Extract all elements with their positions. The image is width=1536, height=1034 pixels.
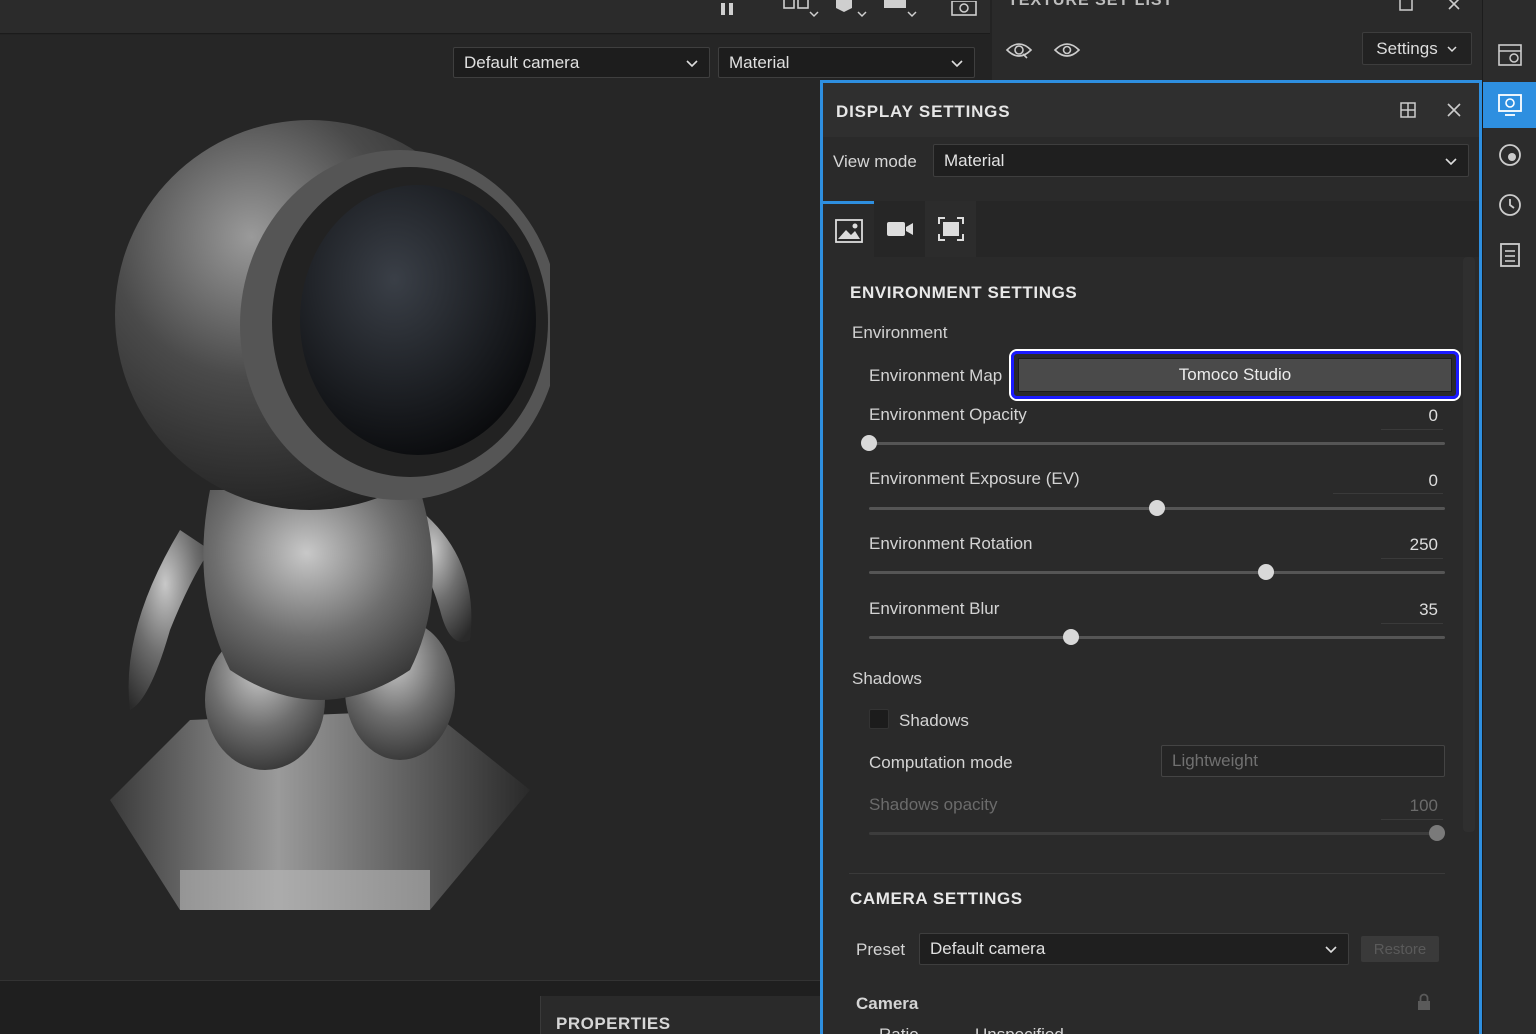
cube-icon[interactable]	[832, 0, 872, 20]
camera-view-icon[interactable]	[882, 0, 922, 20]
texture-set-settings-button[interactable]: Settings	[1362, 32, 1472, 65]
camera-select-value: Default camera	[464, 52, 580, 72]
camera-select[interactable]: Default camera	[453, 47, 710, 78]
dock-layout-icon[interactable]	[1397, 99, 1419, 121]
environment-exposure-value[interactable]: 0	[1378, 471, 1438, 491]
settings-label: Settings	[1376, 38, 1438, 58]
environment-map-label: Environment Map	[869, 366, 1003, 385]
environment-opacity-value[interactable]: 0	[1378, 406, 1438, 426]
shadows-checkbox[interactable]	[869, 709, 889, 729]
camera-preset-value: Default camera	[930, 939, 1046, 958]
chevron-down-icon	[1325, 946, 1337, 954]
screenshot-icon[interactable]	[948, 0, 980, 20]
camera-group-label: Camera	[856, 994, 919, 1013]
slider-handle[interactable]	[861, 435, 877, 451]
visibility-toggle-icon[interactable]	[1004, 38, 1034, 62]
viewport-mode-value: Material	[729, 52, 790, 72]
ratio-value[interactable]: Unspecified	[975, 1025, 1064, 1034]
tab-viewer[interactable]	[925, 201, 976, 257]
view-mode-label: View mode	[833, 152, 917, 171]
view-mode-select[interactable]: Material	[933, 144, 1469, 177]
camera-preset-select[interactable]: Default camera	[919, 933, 1349, 965]
shadows-checkbox-label: Shadows	[899, 711, 969, 730]
environment-rotation-label: Environment Rotation	[869, 534, 1033, 553]
viewport-mode-select[interactable]: Material	[718, 47, 975, 78]
symmetry-icon[interactable]	[780, 0, 820, 20]
close-icon[interactable]	[1444, 0, 1464, 14]
shadows-opacity-slider	[869, 825, 1445, 841]
display-settings-header: DISPLAY SETTINGS	[823, 83, 1479, 137]
chevron-down-icon	[1447, 45, 1457, 52]
slider-handle[interactable]	[1149, 500, 1165, 516]
tab-environment[interactable]	[823, 201, 874, 257]
display-settings-icon[interactable]	[1483, 82, 1536, 128]
material-preview-mesh	[110, 120, 550, 910]
environment-map-button[interactable]: Tomoco Studio	[1018, 358, 1452, 392]
video-camera-icon	[886, 222, 913, 236]
shadows-opacity-value: 100	[1409, 796, 1438, 815]
value-underline	[1381, 819, 1443, 820]
tab-camera[interactable]	[874, 201, 925, 257]
camera-settings-title: CAMERA SETTINGS	[850, 889, 1023, 908]
preset-label: Preset	[856, 940, 906, 959]
eye-icon[interactable]	[1052, 38, 1082, 62]
history-icon[interactable]	[1483, 182, 1536, 228]
pause-icon[interactable]	[716, 0, 738, 20]
chevron-down-icon	[686, 59, 698, 67]
environment-opacity-label: Environment Opacity	[869, 405, 1027, 424]
slider-handle[interactable]	[1258, 564, 1275, 580]
environment-opacity-slider[interactable]	[861, 435, 1445, 451]
restore-button[interactable]: Restore	[1361, 936, 1439, 962]
value-underline	[1381, 558, 1443, 559]
shadows-group-label: Shadows	[852, 669, 922, 688]
properties-tab-label: PROPERTIES	[556, 1014, 671, 1033]
top-toolbar	[0, 0, 990, 34]
display-settings-panel: DISPLAY SETTINGS View mode Material ENVI…	[820, 80, 1482, 1034]
settings-tabs	[823, 201, 1479, 257]
environment-blur-slider[interactable]	[869, 629, 1445, 645]
shadows-opacity-label: Shadows opacity	[869, 795, 998, 814]
value-underline	[1381, 623, 1443, 624]
chevron-down-icon	[1445, 157, 1457, 165]
properties-tab[interactable]: PROPERTIES	[540, 996, 820, 1034]
scrollbar[interactable]	[1463, 257, 1475, 832]
value-underline	[1333, 493, 1443, 494]
computation-mode-select[interactable]: Lightweight	[1161, 745, 1445, 777]
texture-set-list-panel: TEXTURE SET LIST Settings	[992, 0, 1482, 80]
view-mode-value: Material	[944, 150, 1005, 170]
right-icon-bar	[1482, 0, 1536, 1034]
section-divider	[849, 873, 1445, 874]
environment-blur-value[interactable]: 35	[1378, 600, 1438, 620]
texture-set-list-title: TEXTURE SET LIST	[1008, 0, 1174, 9]
environment-rotation-value[interactable]: 250	[1378, 535, 1438, 555]
slider-handle	[1429, 825, 1445, 841]
texture-set-settings-icon[interactable]	[1483, 32, 1536, 78]
log-icon[interactable]	[1483, 232, 1536, 278]
environment-exposure-label: Environment Exposure (EV)	[869, 469, 1080, 488]
lock-icon[interactable]	[1417, 993, 1431, 1016]
value-underline	[1381, 429, 1443, 430]
shader-settings-icon[interactable]	[1483, 132, 1536, 178]
environment-blur-label: Environment Blur	[869, 599, 1000, 618]
close-icon[interactable]	[1443, 99, 1465, 121]
environment-map-highlight: Tomoco Studio	[1011, 351, 1459, 399]
environment-exposure-slider[interactable]	[869, 500, 1445, 516]
display-settings-title: DISPLAY SETTINGS	[836, 102, 1011, 121]
frame-icon	[937, 217, 964, 241]
environment-group-label: Environment	[852, 323, 948, 342]
slider-handle[interactable]	[1062, 629, 1079, 645]
computation-mode-label: Computation mode	[869, 753, 1013, 772]
environment-rotation-slider[interactable]	[869, 564, 1445, 580]
image-icon	[834, 218, 863, 243]
chevron-down-icon	[951, 59, 963, 67]
environment-settings-title: ENVIRONMENT SETTINGS	[850, 283, 1078, 302]
undock-icon[interactable]	[1396, 0, 1416, 14]
ratio-label: Ratio	[879, 1025, 919, 1034]
